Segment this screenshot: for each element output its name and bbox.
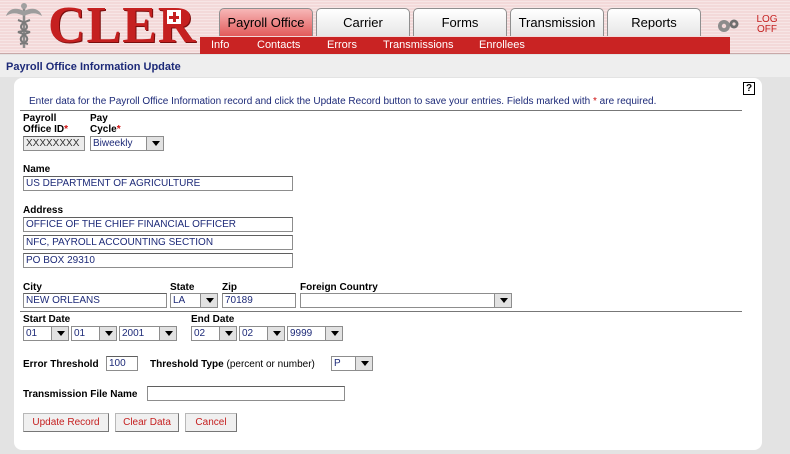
chevron-down-icon xyxy=(146,137,163,150)
tab-reports[interactable]: Reports xyxy=(607,8,701,36)
chevron-down-icon xyxy=(267,327,284,340)
payroll-office-id-field: XXXXXXXX xyxy=(23,136,85,151)
clear-data-button[interactable]: Clear Data xyxy=(115,413,179,432)
logoff-line2: OFF xyxy=(757,24,777,35)
chevron-down-icon xyxy=(355,357,372,370)
chevron-down-icon xyxy=(99,327,116,340)
cler-logo: CLER xyxy=(0,0,215,54)
start-date-year-select[interactable]: 2001 xyxy=(119,326,177,341)
cancel-button[interactable]: Cancel xyxy=(185,413,237,432)
chevron-down-icon xyxy=(51,327,68,340)
logoff-link[interactable]: LOG OFF xyxy=(750,15,784,35)
pay-cycle-select[interactable]: Biweekly xyxy=(90,136,164,151)
red-cross-icon xyxy=(166,9,182,25)
threshold-type-select[interactable]: P xyxy=(331,356,373,371)
tab-forms[interactable]: Forms xyxy=(413,8,507,36)
city-label: City xyxy=(23,282,42,293)
payroll-office-id-label: Payroll Office ID* xyxy=(23,113,69,135)
tab-payroll-office[interactable]: Payroll Office xyxy=(219,8,313,36)
start-date-day-select[interactable]: 01 xyxy=(71,326,117,341)
address-line2-field[interactable]: NFC, PAYROLL ACCOUNTING SECTION xyxy=(23,235,293,250)
end-date-label: End Date xyxy=(191,314,235,325)
error-threshold-label: Error Threshold xyxy=(23,359,99,370)
page-title: Payroll Office Information Update xyxy=(0,55,790,77)
divider xyxy=(20,110,742,111)
address-label: Address xyxy=(23,205,64,216)
state-select[interactable]: LA xyxy=(170,293,218,308)
name-field[interactable]: US DEPARTMENT OF AGRICULTURE xyxy=(23,176,293,191)
gear-icon[interactable] xyxy=(716,16,740,36)
start-date-label: Start Date xyxy=(23,314,71,325)
chevron-down-icon xyxy=(494,294,511,307)
zip-label: Zip xyxy=(222,282,237,293)
foreign-country-label: Foreign Country xyxy=(300,282,378,293)
sub-navigation: Info Contacts Errors Transmissions Enrol… xyxy=(200,37,730,54)
chevron-down-icon xyxy=(325,327,342,340)
state-label: State xyxy=(170,282,195,293)
name-label: Name xyxy=(23,164,51,175)
chevron-down-icon xyxy=(219,327,236,340)
transmission-file-name-label: Transmission File Name xyxy=(23,389,138,400)
transmission-file-name-field[interactable] xyxy=(147,386,345,401)
end-date-month-select[interactable]: 02 xyxy=(191,326,237,341)
foreign-country-select[interactable] xyxy=(300,293,512,308)
tab-transmission[interactable]: Transmission xyxy=(510,8,604,36)
error-threshold-field[interactable]: 100 xyxy=(106,356,138,371)
chevron-down-icon xyxy=(159,327,176,340)
app-header: CLER Payroll Office Carrier Forms Transm… xyxy=(0,0,790,54)
instructions-text: Enter data for the Payroll Office Inform… xyxy=(29,96,657,107)
end-date-year-select[interactable]: 9999 xyxy=(287,326,343,341)
chevron-down-icon xyxy=(200,294,217,307)
city-field[interactable]: NEW ORLEANS xyxy=(23,293,167,308)
caduceus-icon xyxy=(6,3,42,48)
address-line1-field[interactable]: OFFICE OF THE CHIEF FINANCIAL OFFICER xyxy=(23,217,293,232)
subnav-enrollees[interactable]: Enrollees xyxy=(479,39,525,51)
pay-cycle-label: Pay Cycle* xyxy=(90,113,121,135)
end-date-day-select[interactable]: 02 xyxy=(239,326,285,341)
start-date-month-select[interactable]: 01 xyxy=(23,326,69,341)
divider xyxy=(20,311,742,312)
address-line3-field[interactable]: PO BOX 29310 xyxy=(23,253,293,268)
subnav-errors[interactable]: Errors xyxy=(327,39,357,51)
subnav-transmissions[interactable]: Transmissions xyxy=(383,39,454,51)
subnav-info[interactable]: Info xyxy=(211,39,229,51)
zip-field[interactable]: 70189 xyxy=(222,293,296,308)
help-icon[interactable]: ? xyxy=(743,82,755,95)
subnav-contacts[interactable]: Contacts xyxy=(257,39,300,51)
tab-carrier[interactable]: Carrier xyxy=(316,8,410,36)
update-record-button[interactable]: Update Record xyxy=(23,413,109,432)
threshold-type-label: Threshold Type (percent or number) xyxy=(150,359,315,370)
